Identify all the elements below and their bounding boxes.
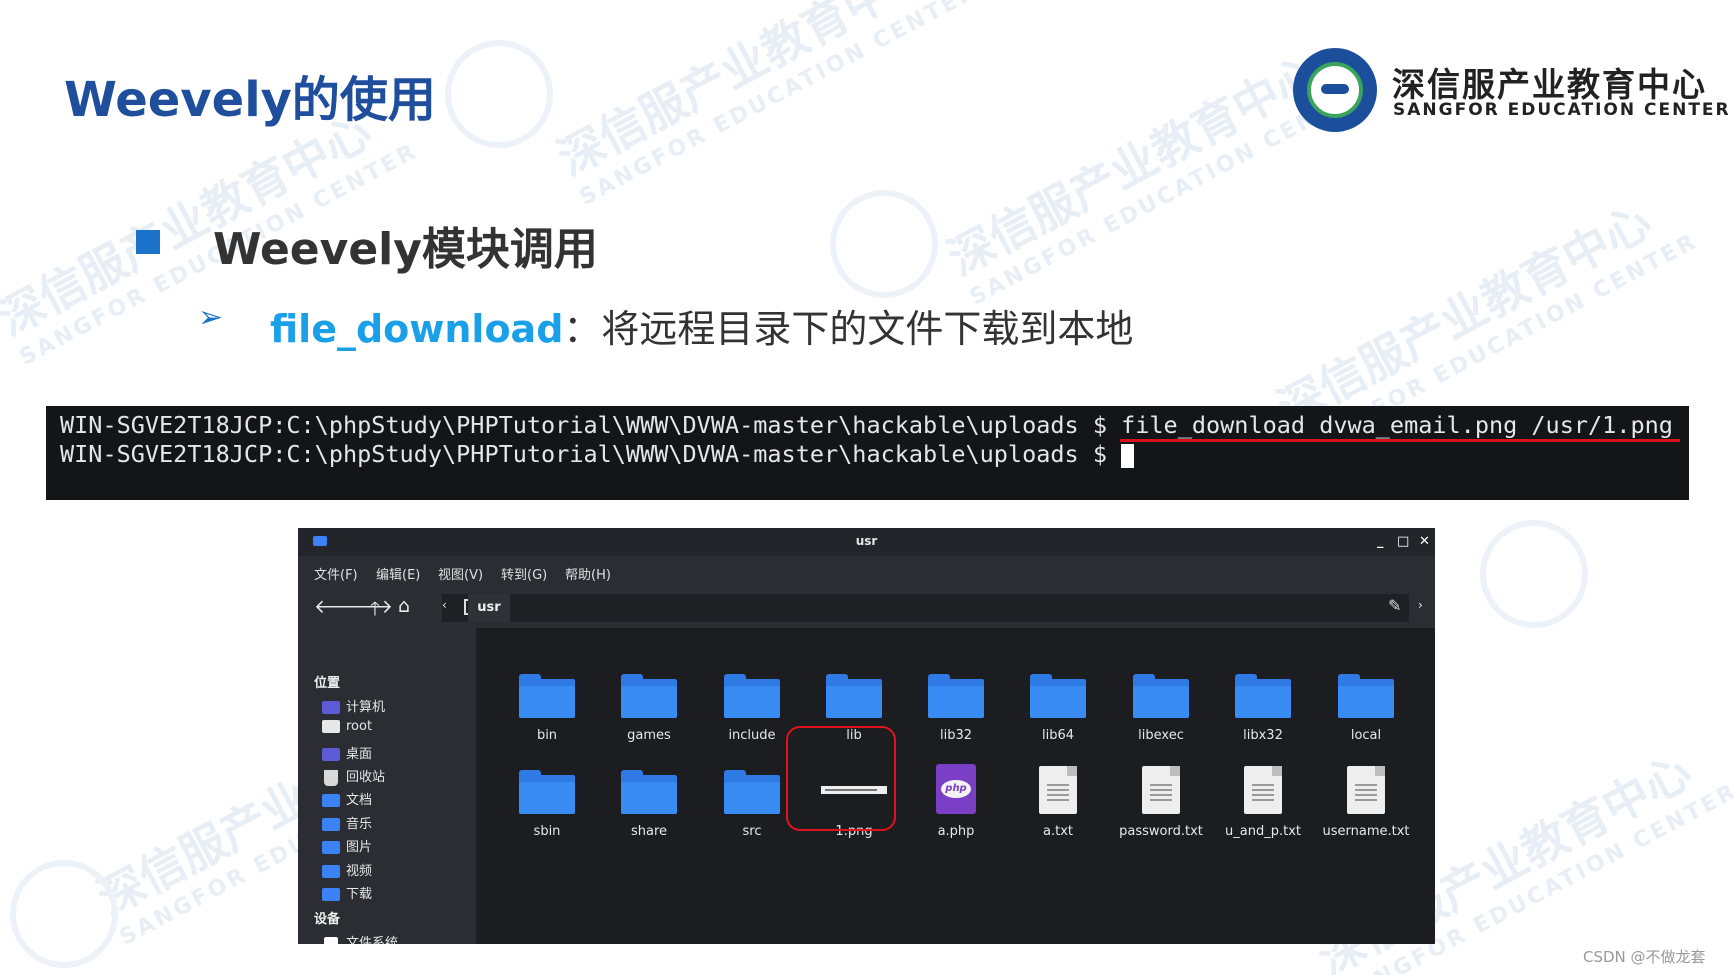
file-password-txt[interactable]: password.txt bbox=[1111, 766, 1211, 839]
php-file-icon: php bbox=[936, 764, 976, 814]
sidebar-header-devices: 设备 bbox=[314, 912, 341, 927]
sidebar-item-computer[interactable]: 计算机 bbox=[322, 696, 385, 716]
folder-bin[interactable]: bin bbox=[497, 674, 597, 743]
watermark-seal bbox=[830, 190, 938, 298]
highlight-circle-1png bbox=[786, 726, 896, 831]
videos-folder-icon bbox=[322, 865, 340, 878]
folder-games[interactable]: games bbox=[599, 674, 699, 743]
terminal[interactable]: WIN-SGVE2T18JCP:C:\phpStudy\PHPTutorial\… bbox=[46, 406, 1689, 500]
downloads-folder-icon bbox=[322, 888, 340, 901]
sidebar-item-downloads[interactable]: 下载 bbox=[322, 883, 372, 903]
desktop-icon bbox=[322, 748, 340, 761]
terminal-line: WIN-SGVE2T18JCP:C:\phpStudy\PHPTutorial\… bbox=[60, 411, 1673, 439]
sidebar-item-videos[interactable]: 视频 bbox=[322, 860, 372, 880]
folder-lib32[interactable]: lib32 bbox=[906, 674, 1006, 743]
file-u-and-p-txt[interactable]: u_and_p.txt bbox=[1213, 766, 1313, 839]
folder-icon bbox=[724, 674, 780, 718]
logo-text-cn: 深信服产业教育中心 bbox=[1392, 65, 1707, 104]
slide: 深信服产业教育中心 SANGFOR EDUCATION CENTER 深信服产业教… bbox=[0, 0, 1733, 975]
music-folder-icon bbox=[322, 818, 340, 831]
folder-icon bbox=[621, 674, 677, 718]
close-icon[interactable]: ✕ bbox=[1419, 534, 1430, 549]
file-a-php[interactable]: php a.php bbox=[906, 764, 1006, 839]
computer-icon bbox=[322, 701, 340, 714]
folder-icon bbox=[1030, 674, 1086, 718]
folder-libx32[interactable]: libx32 bbox=[1213, 674, 1313, 743]
trash-icon bbox=[324, 769, 338, 786]
terminal-line: WIN-SGVE2T18JCP:C:\phpStudy\PHPTutorial\… bbox=[60, 440, 1135, 468]
sidebar-header-places: 位置 bbox=[314, 676, 341, 691]
folder-icon bbox=[928, 674, 984, 718]
folder-sbin[interactable]: sbin bbox=[497, 770, 597, 839]
folder-libexec[interactable]: libexec bbox=[1111, 674, 1211, 743]
menu-edit[interactable]: 编辑(E) bbox=[376, 564, 420, 583]
menu-go[interactable]: 转到(G) bbox=[501, 564, 547, 583]
text-file-icon bbox=[1244, 766, 1282, 814]
sidebar: 位置 计算机 root 桌面 回收站 文档 音乐 图片 视频 下载 设备 文件系… bbox=[298, 628, 477, 944]
folder-share[interactable]: share bbox=[599, 770, 699, 839]
square-bullet-icon bbox=[136, 230, 160, 254]
slide-title: Weevely的使用 bbox=[64, 72, 436, 128]
text-file-icon bbox=[1347, 766, 1385, 814]
folder-icon bbox=[519, 674, 575, 718]
menu-help[interactable]: 帮助(H) bbox=[565, 564, 611, 583]
home-folder-icon bbox=[322, 720, 340, 733]
logo-text-en: SANGFOR EDUCATION CENTER bbox=[1393, 100, 1731, 120]
watermark-seal bbox=[445, 40, 553, 148]
arrow-bullet-icon: ➢ bbox=[198, 300, 224, 335]
path-left-chevron-icon[interactable]: ‹ bbox=[442, 598, 447, 612]
folder-icon bbox=[1133, 674, 1189, 718]
file-username-txt[interactable]: username.txt bbox=[1316, 766, 1416, 839]
maximize-icon[interactable]: □ bbox=[1397, 534, 1409, 549]
folder-icon bbox=[826, 674, 882, 718]
folder-local[interactable]: local bbox=[1316, 674, 1416, 743]
file-view[interactable]: bin games include lib lib32 lib64 libexe… bbox=[477, 628, 1435, 944]
path-segment-usr[interactable]: usr bbox=[468, 594, 510, 622]
file-a-txt[interactable]: a.txt bbox=[1008, 766, 1108, 839]
minimize-icon[interactable]: _ bbox=[1377, 534, 1384, 549]
watermark: 深信服产业教育中心SANGFOR EDUCATION CENTER bbox=[549, 0, 983, 211]
text-file-icon bbox=[1142, 766, 1180, 814]
documents-folder-icon bbox=[322, 794, 340, 807]
folder-icon bbox=[621, 770, 677, 814]
watermark-seal bbox=[1480, 520, 1588, 628]
folder-icon bbox=[724, 770, 780, 814]
bullet-keyword: file_download bbox=[270, 307, 564, 351]
home-icon[interactable]: ⌂ bbox=[398, 595, 410, 617]
bullet-text: file_download：将远程目录下的文件下载到本地 bbox=[270, 298, 1133, 353]
folder-icon bbox=[519, 770, 575, 814]
forward-arrow-icon[interactable]: 🡒 bbox=[342, 595, 393, 618]
menu-view[interactable]: 视图(V) bbox=[438, 564, 483, 583]
sidebar-item-documents[interactable]: 文档 bbox=[322, 789, 372, 809]
disk-icon bbox=[324, 936, 338, 944]
csdn-credit: CSDN @不做龙套 bbox=[1583, 948, 1706, 966]
sidebar-item-filesystem[interactable]: 文件系统 bbox=[322, 932, 398, 944]
window-title: usr bbox=[855, 534, 878, 548]
pictures-folder-icon bbox=[322, 841, 340, 854]
sangfor-logo-icon bbox=[1293, 48, 1377, 132]
path-right-chevron-icon[interactable]: › bbox=[1418, 598, 1423, 612]
edit-path-icon[interactable]: ✎ bbox=[1388, 596, 1401, 615]
up-arrow-icon[interactable]: 🡑 bbox=[370, 595, 380, 627]
terminal-cursor bbox=[1121, 443, 1135, 468]
text-file-icon bbox=[1039, 766, 1077, 814]
command-underline bbox=[1120, 439, 1680, 442]
folder-lib64[interactable]: lib64 bbox=[1008, 674, 1108, 743]
title-bar[interactable]: usr _ □ ✕ bbox=[298, 528, 1435, 556]
bullet-description: ：将远程目录下的文件下载到本地 bbox=[563, 307, 1134, 351]
sidebar-item-music[interactable]: 音乐 bbox=[322, 813, 372, 833]
sidebar-item-pictures[interactable]: 图片 bbox=[322, 836, 372, 856]
location-bar[interactable] bbox=[442, 594, 1409, 622]
sidebar-item-desktop[interactable]: 桌面 bbox=[322, 743, 372, 763]
sidebar-item-trash[interactable]: 回收站 bbox=[322, 766, 385, 786]
folder-icon bbox=[1338, 674, 1394, 718]
section-heading: Weevely模块调用 bbox=[213, 224, 598, 275]
folder-icon bbox=[1235, 674, 1291, 718]
sidebar-item-root[interactable]: root bbox=[322, 719, 372, 739]
watermark-seal bbox=[10, 860, 118, 968]
menu-file[interactable]: 文件(F) bbox=[314, 564, 358, 583]
